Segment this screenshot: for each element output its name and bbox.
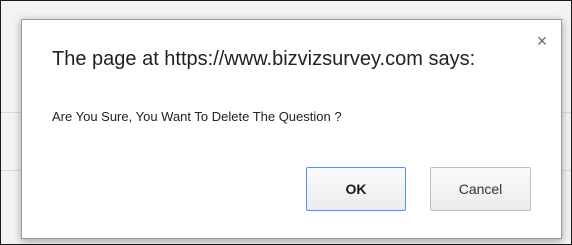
- dialog-title: The page at https://www.bizvizsurvey.com…: [52, 48, 476, 70]
- confirm-dialog: The page at https://www.bizvizsurvey.com…: [21, 19, 562, 239]
- close-icon[interactable]: ×: [533, 32, 551, 50]
- cancel-button[interactable]: Cancel: [430, 167, 531, 211]
- dialog-message: Are You Sure, You Want To Delete The Que…: [52, 109, 342, 124]
- ok-button[interactable]: OK: [306, 167, 406, 211]
